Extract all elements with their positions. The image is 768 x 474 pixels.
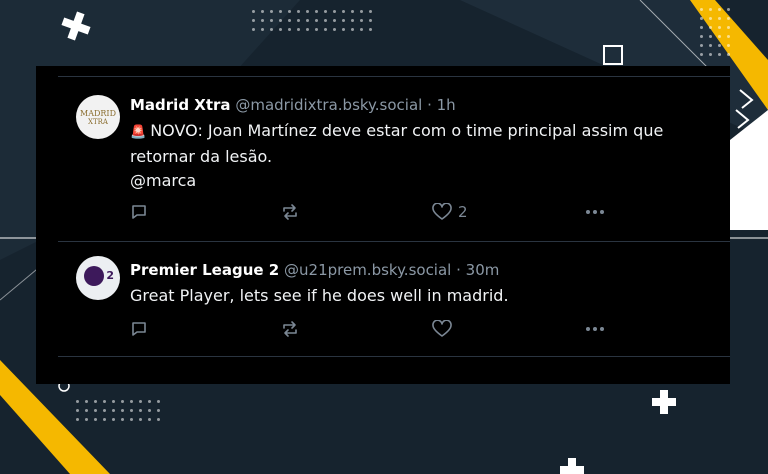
author-name[interactable]: Madrid Xtra bbox=[130, 96, 231, 114]
post-content: Madrid Xtra @madridixtra.bsky.social · 1… bbox=[130, 95, 712, 193]
more-button[interactable] bbox=[584, 203, 606, 221]
post-text: 🚨 NOVO: Joan Martínez deve estar com o ti… bbox=[130, 119, 712, 193]
siren-icon: 🚨 bbox=[130, 125, 147, 140]
more-icon bbox=[586, 327, 604, 331]
author-name[interactable]: Premier League 2 bbox=[130, 261, 279, 279]
author-handle[interactable]: @madridixtra.bsky.social bbox=[235, 96, 422, 114]
like-button[interactable] bbox=[432, 320, 458, 338]
divider bbox=[58, 356, 730, 357]
more-icon bbox=[586, 210, 604, 214]
post-time[interactable]: 30m bbox=[466, 261, 500, 279]
reply-icon bbox=[132, 322, 146, 336]
like-icon bbox=[432, 320, 452, 337]
reply-icon bbox=[132, 205, 146, 219]
post-header: Madrid Xtra @madridixtra.bsky.social · 1… bbox=[130, 95, 712, 115]
post-header: Premier League 2 @u21prem.bsky.social · … bbox=[130, 260, 712, 280]
like-button[interactable]: 2 bbox=[432, 203, 468, 221]
post-madrid-xtra[interactable]: MADRID XTRA Madrid Xtra @madridixtra.bsk… bbox=[58, 77, 730, 241]
post-actions bbox=[130, 320, 630, 342]
repost-icon bbox=[283, 321, 297, 337]
avatar[interactable]: MADRID XTRA bbox=[76, 95, 120, 139]
repost-button[interactable] bbox=[280, 203, 300, 221]
post-line: Great Player, lets see if he does well i… bbox=[130, 286, 509, 305]
post-time[interactable]: 1h bbox=[437, 96, 456, 114]
post-actions: 2 bbox=[130, 203, 630, 225]
post-premier-league-2[interactable]: 2 Premier League 2 @u21prem.bsky.social … bbox=[58, 242, 730, 356]
avatar[interactable]: 2 bbox=[76, 256, 120, 300]
post-text: Great Player, lets see if he does well i… bbox=[130, 284, 712, 308]
dot-grid-right bbox=[700, 8, 730, 56]
reply-button[interactable] bbox=[130, 320, 148, 338]
dot-grid-bottom bbox=[76, 400, 160, 421]
more-button[interactable] bbox=[584, 320, 606, 338]
separator: · bbox=[451, 261, 466, 279]
lion-emblem-icon bbox=[84, 266, 104, 286]
feed-panel: MADRID XTRA Madrid Xtra @madridixtra.bsk… bbox=[36, 66, 730, 384]
dot-grid-top bbox=[252, 10, 372, 31]
post-line: @marca bbox=[130, 171, 197, 190]
post-content: Premier League 2 @u21prem.bsky.social · … bbox=[130, 260, 712, 308]
like-count: 2 bbox=[458, 203, 468, 221]
reply-button[interactable] bbox=[130, 203, 148, 221]
like-icon bbox=[432, 203, 452, 220]
separator: · bbox=[422, 96, 437, 114]
repost-button[interactable] bbox=[280, 320, 300, 338]
repost-icon bbox=[283, 204, 297, 220]
post-line: retornar da lesão. bbox=[130, 147, 273, 166]
post-line: NOVO: Joan Martínez deve estar com o tim… bbox=[150, 121, 664, 140]
author-handle[interactable]: @u21prem.bsky.social bbox=[284, 261, 451, 279]
